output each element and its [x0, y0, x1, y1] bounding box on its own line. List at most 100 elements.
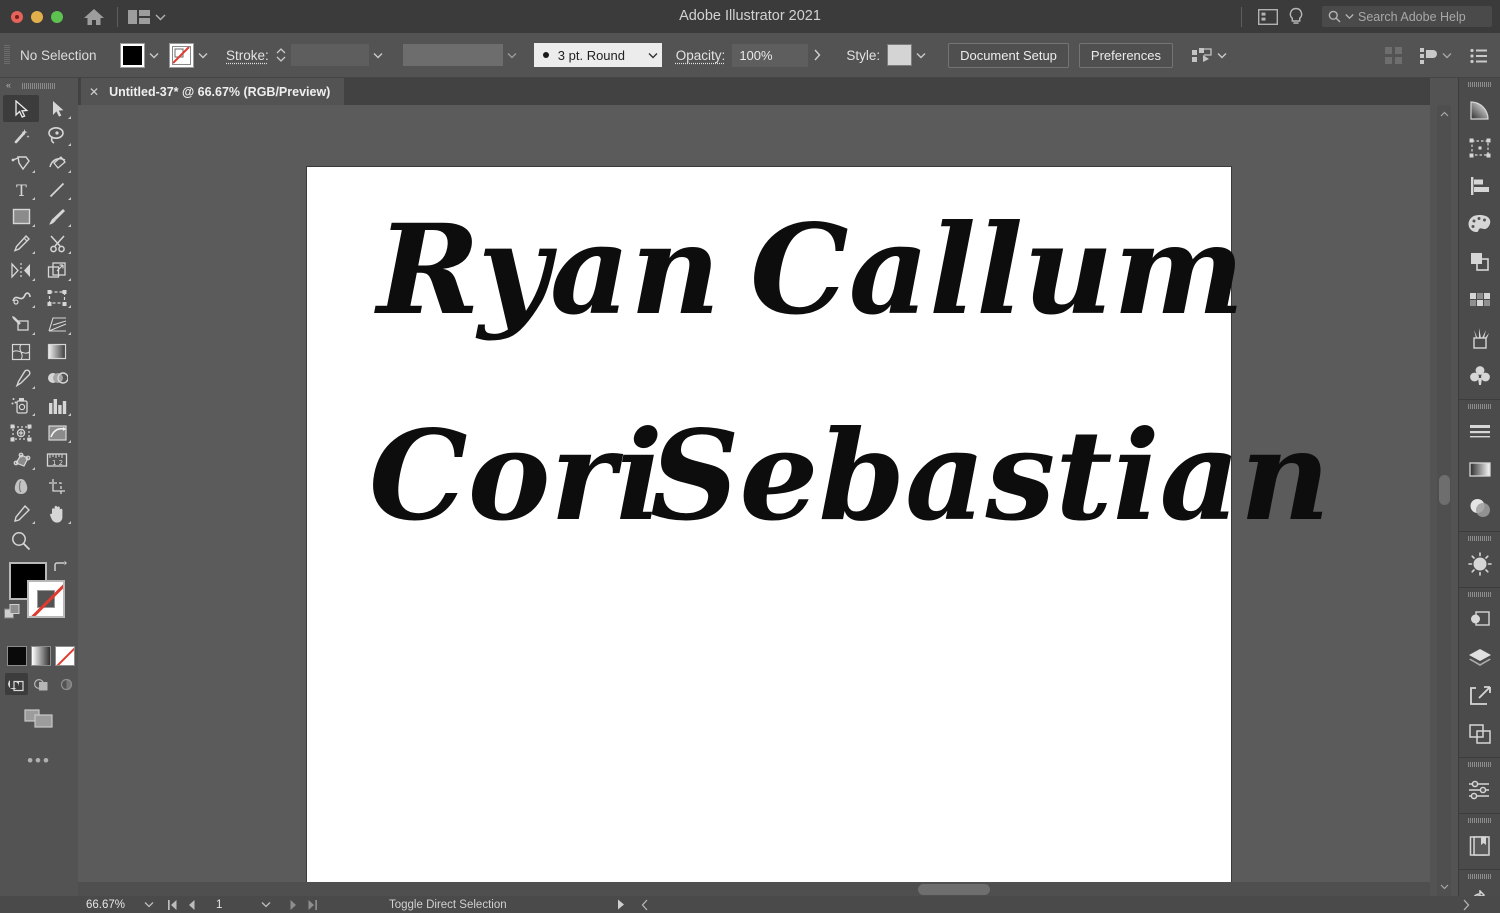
artboard-number-input[interactable]: 1: [216, 899, 250, 911]
tools-panel-grip[interactable]: [22, 83, 56, 89]
dock-group-grip[interactable]: [1467, 874, 1492, 879]
hand-rotate-view-tool[interactable]: [3, 473, 39, 500]
hand-tool[interactable]: [39, 500, 75, 527]
stroke-swatch[interactable]: [169, 42, 194, 68]
transform-group[interactable]: [1191, 43, 1231, 68]
pathfinder-panel-icon[interactable]: [1459, 243, 1500, 281]
selection-tool[interactable]: [3, 95, 39, 122]
control-bar-grip[interactable]: [4, 45, 10, 65]
search-input[interactable]: Search Adobe Help: [1322, 6, 1492, 27]
crop-artboard-tool[interactable]: [39, 473, 75, 500]
swap-fill-stroke-icon[interactable]: [52, 560, 68, 576]
brush-dropdown-icon[interactable]: [643, 43, 662, 67]
rectangle-tool[interactable]: [3, 203, 39, 230]
stroke-panel-icon[interactable]: [1459, 413, 1500, 451]
preferences-button[interactable]: Preferences: [1078, 42, 1174, 68]
zoom-tool[interactable]: [3, 527, 39, 554]
color-swatch-black[interactable]: [7, 646, 27, 666]
dock-group-grip[interactable]: [1467, 404, 1492, 409]
gradient-fill-panel-icon[interactable]: [1459, 451, 1500, 489]
dock-group-grip[interactable]: [1467, 818, 1492, 823]
toolbar-stroke-swatch[interactable]: [27, 580, 65, 618]
scissors-tool[interactable]: [39, 230, 75, 257]
default-fill-stroke-icon[interactable]: [4, 604, 21, 621]
canvas-area[interactable]: Ryan Callum Cori Sebastian: [78, 105, 1430, 896]
pen-tool[interactable]: [3, 149, 39, 176]
width-warp-tool[interactable]: [3, 284, 39, 311]
vertical-scroll-thumb[interactable]: [1439, 475, 1450, 505]
close-icon[interactable]: ✕: [89, 85, 99, 99]
graphic-style-swatch[interactable]: [887, 44, 913, 66]
symbols-panel-icon[interactable]: [1459, 357, 1500, 395]
artboards-panel-icon[interactable]: [1459, 715, 1500, 753]
arrange-documents-icon[interactable]: [1254, 5, 1282, 29]
scroll-up-icon[interactable]: [1437, 107, 1451, 121]
graphic-styles-panel-icon[interactable]: [1459, 601, 1500, 639]
artboard-tool[interactable]: [3, 419, 39, 446]
stroke-weight-input[interactable]: [290, 44, 369, 66]
dock-group-grip[interactable]: [1467, 536, 1492, 541]
panel-options-icon[interactable]: [1470, 48, 1488, 64]
rotate-reflect-tool[interactable]: [3, 257, 39, 284]
transform-dropdown-icon[interactable]: [1213, 43, 1231, 68]
color-panel-icon[interactable]: [1459, 205, 1500, 243]
document-setup-button[interactable]: Document Setup: [948, 42, 1069, 68]
stroke-label[interactable]: Stroke:: [226, 48, 269, 63]
perspective-grid-tool[interactable]: [39, 311, 75, 338]
magic-wand-tool[interactable]: [3, 122, 39, 149]
fill-dropdown-icon[interactable]: [145, 43, 163, 68]
shape-builder-tool[interactable]: [3, 311, 39, 338]
paintbrush-tool[interactable]: [39, 203, 75, 230]
brushes-panel-icon[interactable]: [1459, 319, 1500, 357]
swatches-panel-icon[interactable]: [1459, 281, 1500, 319]
stroke-dropdown-icon[interactable]: [194, 43, 212, 68]
draw-normal-mode[interactable]: [5, 673, 28, 695]
pen-edit-tool[interactable]: [3, 500, 39, 527]
artboard-dropdown-icon[interactable]: [261, 901, 271, 908]
artwork-text-cori[interactable]: Cori: [369, 415, 663, 539]
brush-definition-selector[interactable]: 3 pt. Round: [533, 43, 644, 67]
transform-panel-icon[interactable]: [1459, 129, 1500, 167]
canvas-vertical-scrollbar[interactable]: [1437, 105, 1451, 896]
stroke-weight-stepper[interactable]: [274, 43, 288, 68]
opacity-label[interactable]: Opacity:: [676, 48, 726, 63]
next-artboard-icon[interactable]: [290, 899, 297, 910]
draw-inside-mode[interactable]: [55, 673, 78, 695]
layers-panel-icon[interactable]: [1459, 639, 1500, 677]
artboard[interactable]: Ryan Callum Cori Sebastian: [307, 167, 1330, 896]
symbol-sprayer-tool[interactable]: [3, 392, 39, 419]
document-tab[interactable]: ✕ Untitled-37* @ 66.67% (RGB/Preview): [81, 78, 345, 105]
help-bulb-icon[interactable]: [1282, 5, 1310, 29]
asset-export-panel-icon[interactable]: [1459, 677, 1500, 715]
mesh-tool[interactable]: [3, 338, 39, 365]
puppet-warp-tool[interactable]: [3, 446, 39, 473]
stroke-profile-dropdown-icon[interactable]: [503, 43, 521, 68]
properties-panel-icon[interactable]: [1459, 771, 1500, 809]
status-collapse-icon[interactable]: [641, 899, 649, 911]
change-screen-mode-icon[interactable]: [0, 707, 78, 729]
collapse-panel-icon[interactable]: «: [6, 80, 11, 90]
stroke-swatch-group[interactable]: [169, 42, 212, 68]
none-swatch[interactable]: [55, 646, 75, 666]
artwork-text-ryan[interactable]: Ryan: [377, 209, 720, 333]
gradient-tool[interactable]: [39, 338, 75, 365]
distribute-dropdown-icon[interactable]: [1438, 43, 1456, 68]
align-objects-icon[interactable]: [1384, 46, 1404, 66]
first-artboard-icon[interactable]: [168, 899, 177, 910]
stroke-weight-dropdown-icon[interactable]: [369, 43, 387, 68]
lasso-tool[interactable]: [39, 122, 75, 149]
artwork-text-sebastian[interactable]: Sebastian: [650, 415, 1330, 539]
type-tool[interactable]: T: [3, 176, 39, 203]
align-panel-icon[interactable]: [1459, 167, 1500, 205]
dock-group-grip[interactable]: [1467, 762, 1492, 767]
style-dropdown-icon[interactable]: [912, 43, 930, 68]
opacity-input[interactable]: 100%: [732, 43, 809, 67]
canvas-horizontal-scrollbar[interactable]: [78, 882, 1430, 896]
measure-tool[interactable]: 1 2: [39, 446, 75, 473]
status-resize-icon[interactable]: [1462, 899, 1470, 911]
distribute-spacing-group[interactable]: [1418, 43, 1456, 68]
free-transform-tool[interactable]: [39, 284, 75, 311]
curvature-tool[interactable]: [39, 149, 75, 176]
dock-group-grip[interactable]: [1467, 592, 1492, 597]
dock-group-grip[interactable]: [1467, 82, 1492, 87]
